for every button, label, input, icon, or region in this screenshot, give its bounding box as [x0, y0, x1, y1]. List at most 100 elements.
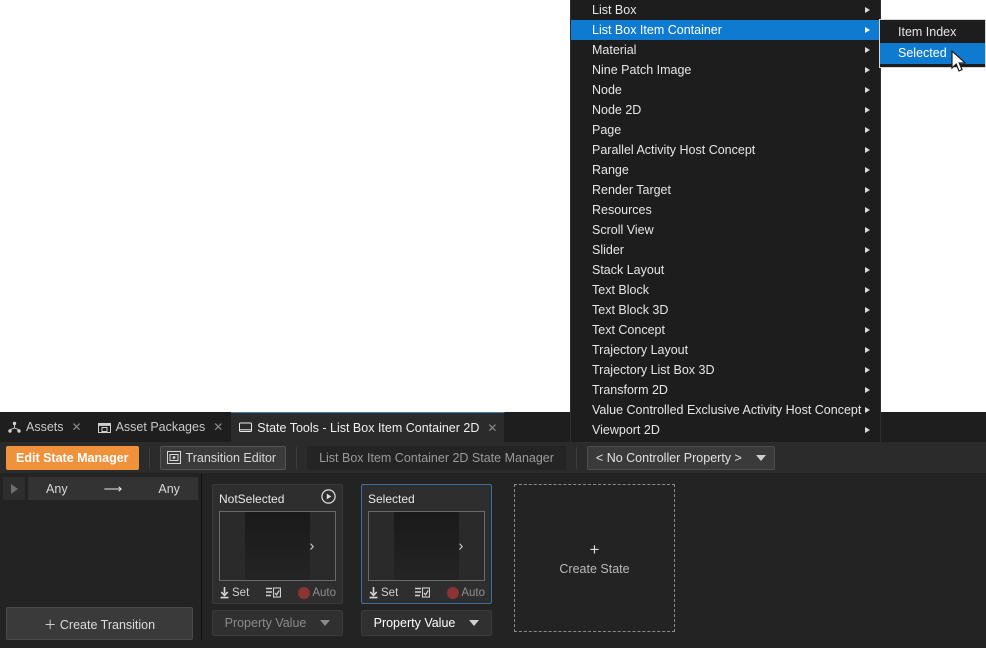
context-menu-item-label: Trajectory List Box 3D [592, 363, 715, 377]
transition-play-button[interactable] [3, 477, 25, 500]
edit-state-manager-button[interactable]: Edit State Manager [6, 446, 139, 470]
context-menu-item[interactable]: Slider [571, 240, 880, 260]
create-state-button[interactable]: +Create State [514, 484, 675, 632]
context-menu-item[interactable]: Text Concept [571, 320, 880, 340]
chevron-down-icon [469, 620, 479, 626]
dock-tab[interactable]: Assets✕ [0, 412, 90, 442]
transition-editor-button[interactable]: Transition Editor [160, 446, 287, 470]
close-icon[interactable]: ✕ [72, 420, 82, 434]
context-menu-item[interactable]: Node [571, 80, 880, 100]
context-menu-item[interactable]: Text Block 3D [571, 300, 880, 320]
auto-toggle[interactable]: Auto [447, 587, 485, 599]
app-root: List BoxList Box Item ContainerMaterialN… [0, 0, 986, 648]
transition-from-state: Any [46, 482, 68, 496]
toolbar-divider-3 [576, 447, 577, 469]
context-menu-item[interactable]: Range [571, 160, 880, 180]
state-name-label: Selected [368, 492, 415, 506]
auto-toggle[interactable]: Auto [298, 587, 336, 599]
transition-any-to-any[interactable]: Any ⟶ Any [28, 477, 198, 500]
context-menu-item-label: List Box Item Container [592, 23, 722, 37]
submenu-arrow-icon [865, 207, 870, 213]
context-menu-item[interactable]: List Box Item Container [571, 20, 880, 40]
submenu-arrow-icon [865, 367, 870, 373]
state-manager-name-field[interactable]: List Box Item Container 2D State Manager [307, 446, 566, 470]
auto-record-icon [298, 587, 310, 599]
chevron-down-icon [756, 455, 766, 461]
state-card-actions: Set Auto [368, 587, 485, 599]
state-card-box[interactable]: Selected › Set Auto [361, 484, 492, 604]
dock-tab[interactable]: State Tools - List Box Item Container 2D… [231, 412, 505, 442]
context-menu-item-label: List Box [592, 3, 636, 17]
transition-row[interactable]: Any ⟶ Any [0, 474, 201, 500]
submenu-item[interactable]: Item Index [880, 22, 985, 43]
close-icon[interactable]: ✕ [487, 421, 497, 435]
context-menu-item[interactable]: Text Block [571, 280, 880, 300]
context-menu-item-label: Node 2D [592, 103, 641, 117]
context-menu-item-label: Value Controlled Exclusive Activity Host… [592, 403, 861, 417]
context-menu-item[interactable]: Trajectory Layout [571, 340, 880, 360]
state-card[interactable]: Selected › Set Auto Property Value [361, 484, 492, 647]
property-type-context-menu[interactable]: List BoxList Box Item ContainerMaterialN… [570, 0, 881, 443]
controller-property-dropdown[interactable]: < No Controller Property > [587, 446, 775, 470]
plus-icon: ＋ [44, 618, 57, 632]
chevron-right-icon: › [309, 538, 314, 555]
context-menu-item[interactable]: Value Controlled Exclusive Activity Host… [571, 400, 880, 420]
context-menu-item[interactable]: Render Target [571, 180, 880, 200]
submenu-item[interactable]: Selected [880, 43, 985, 64]
context-menu-item[interactable]: Resources [571, 200, 880, 220]
submenu-arrow-icon [865, 267, 870, 273]
context-menu-item[interactable]: Page [571, 120, 880, 140]
context-menu-item-label: Viewport 2D [592, 423, 660, 437]
create-state-label: Create State [559, 562, 629, 576]
submenu-arrow-icon [865, 47, 870, 53]
close-icon[interactable]: ✕ [213, 420, 223, 434]
context-menu-item-label: Stack Layout [592, 263, 664, 277]
context-menu-item-label: Transform 2D [592, 383, 668, 397]
submenu-arrow-icon [865, 407, 870, 413]
property-value-dropdown[interactable]: Property Value [212, 610, 343, 636]
controller-property-label: < No Controller Property > [596, 451, 742, 465]
context-menu-item[interactable]: Node 2D [571, 100, 880, 120]
submenu-arrow-icon [865, 27, 870, 33]
state-card[interactable]: NotSelected›SetAutoProperty Value [212, 484, 343, 647]
context-menu-item[interactable]: Trajectory List Box 3D [571, 360, 880, 380]
context-menu-item-label: Trajectory Layout [592, 343, 688, 357]
state-properties-button[interactable] [415, 587, 430, 599]
context-menu-item-label: Text Block [592, 283, 649, 297]
context-menu-item[interactable]: Stack Layout [571, 260, 880, 280]
submenu-arrow-icon [865, 87, 870, 93]
chevron-right-icon: › [458, 538, 463, 555]
submenu-arrow-icon [865, 387, 870, 393]
context-menu-item[interactable]: Parallel Activity Host Concept [571, 140, 880, 160]
submenu-arrow-icon [865, 187, 870, 193]
transition-editor-label: Transition Editor [186, 451, 277, 465]
arrow-right-icon: ⟶ [104, 481, 123, 497]
context-menu-item[interactable]: Material [571, 40, 880, 60]
dock-tab[interactable]: Asset Packages ✕ [90, 412, 232, 442]
context-menu-item[interactable]: Scroll View [571, 220, 880, 240]
dock-tab-label: Asset Packages [116, 420, 206, 434]
horizontal-scrollbar[interactable] [0, 640, 986, 648]
set-state-button[interactable]: Set [368, 587, 398, 599]
context-menu-item[interactable]: Viewport 2D [571, 420, 880, 440]
states-pane: NotSelected›SetAutoProperty ValueSelecte… [202, 474, 986, 647]
property-value-dropdown[interactable]: Property Value [361, 610, 492, 636]
play-state-button[interactable] [321, 489, 336, 509]
context-menu-item[interactable]: List Box [571, 0, 880, 20]
submenu-arrow-icon [865, 327, 870, 333]
context-menu-item[interactable]: Transform 2D [571, 380, 880, 400]
context-menu-item-label: Resources [592, 203, 652, 217]
list-box-item-container-submenu[interactable]: Item IndexSelected [879, 19, 986, 68]
create-transition-button[interactable]: ＋ Create Transition [6, 607, 193, 640]
context-menu-item[interactable]: Nine Patch Image [571, 60, 880, 80]
toolbar-divider-1 [149, 447, 150, 469]
state-card-box[interactable]: NotSelected›SetAuto [212, 484, 343, 604]
state-properties-button[interactable] [266, 587, 281, 599]
submenu-arrow-icon [865, 307, 870, 313]
context-menu-item-label: Parallel Activity Host Concept [592, 143, 755, 157]
bottom-dock-panel: Assets✕Asset Packages✕State Tools - List… [0, 412, 986, 648]
set-state-button[interactable]: Set [219, 587, 249, 599]
assets-icon [8, 421, 21, 434]
auto-label: Auto [461, 587, 485, 599]
state-tools-toolbar: Edit State Manager Transition Editor Lis… [0, 442, 986, 474]
